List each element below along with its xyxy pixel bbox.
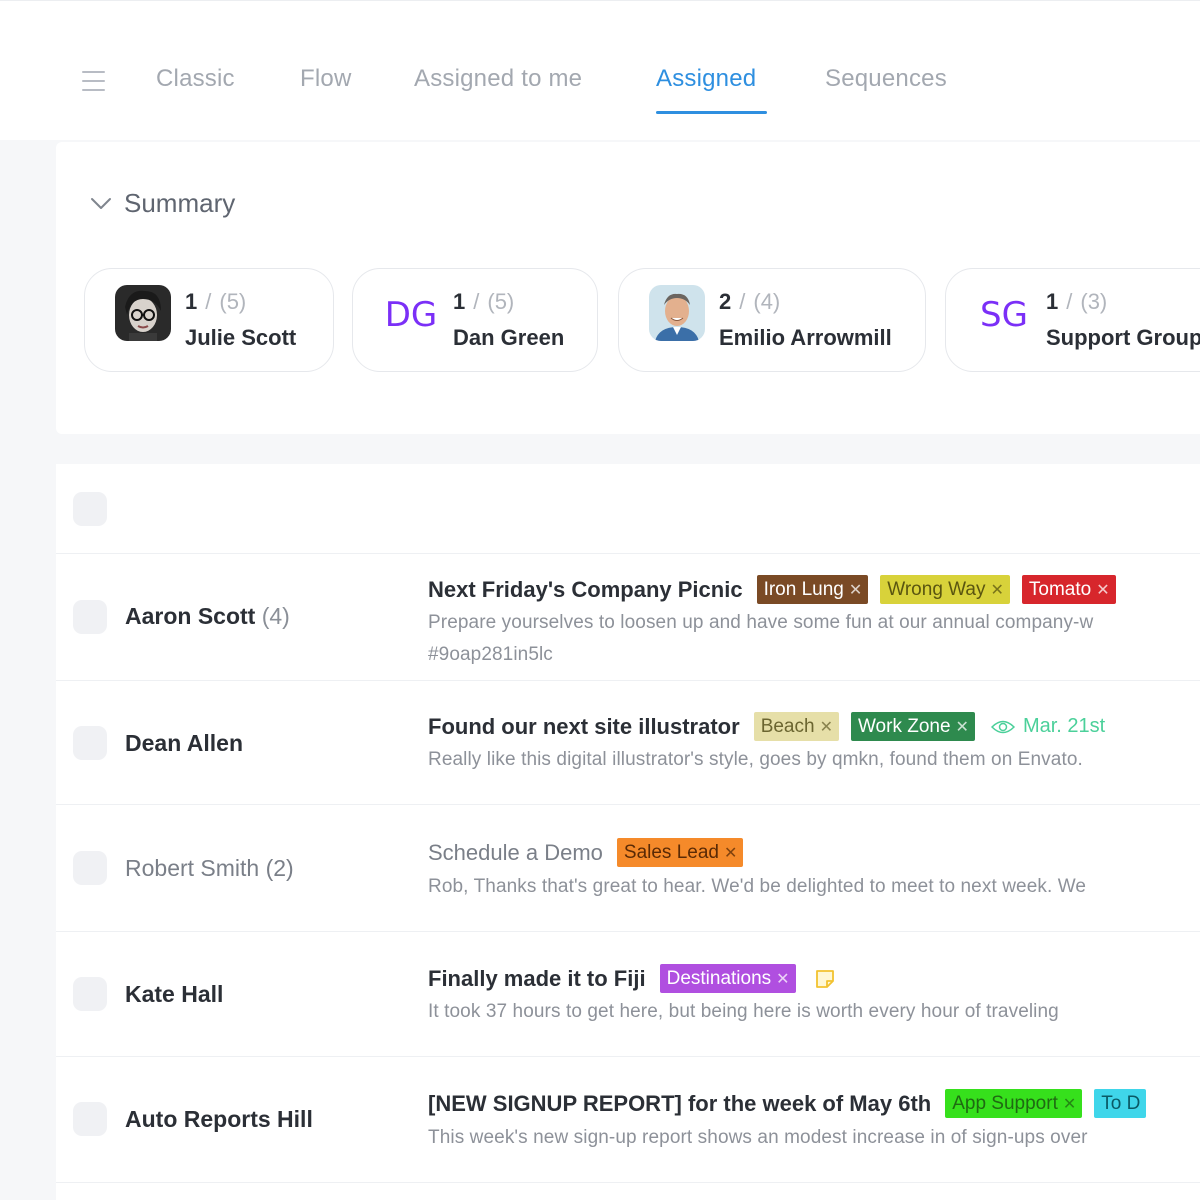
tab-flow[interactable]: Flow <box>300 65 351 93</box>
row-checkbox[interactable] <box>73 851 107 885</box>
tag-app-support[interactable]: App Support ✕ <box>945 1089 1083 1118</box>
row-checkbox[interactable] <box>73 1102 107 1136</box>
row-checkbox[interactable] <box>73 600 107 634</box>
assigned-count: 1/(3) <box>1046 289 1108 314</box>
assigned-count: 1/(5) <box>453 289 515 314</box>
row-preview: Prepare yourselves to loosen up and have… <box>428 612 1094 633</box>
tab-assigned[interactable]: Assigned <box>656 65 756 93</box>
row-sender[interactable]: Robert Smith (2) <box>125 855 294 882</box>
avatar-julie-scott <box>115 285 171 341</box>
tag-to-do[interactable]: To D <box>1094 1089 1147 1118</box>
avatar-emilio-arrowmill <box>649 285 705 341</box>
top-navigation-bar: Classic Flow Assigned to me Assigned Seq… <box>0 0 1200 140</box>
row-subject-line[interactable]: Schedule a Demo Sales Lead ✕ <box>428 838 755 867</box>
remove-tag-icon[interactable]: ✕ <box>776 969 789 989</box>
assignee-name: Julie Scott <box>185 325 297 350</box>
row-checkbox[interactable] <box>73 726 107 760</box>
tag-sales-lead[interactable]: Sales Lead ✕ <box>616 838 744 867</box>
select-all-checkbox[interactable] <box>73 492 107 526</box>
row-subject: Finally made it to Fiji <box>428 965 646 991</box>
row-sender[interactable]: Kate Hall <box>125 981 223 1008</box>
row-subject-line[interactable]: Found our next site illustrator Beach ✕ W… <box>428 712 1105 741</box>
tag-tomato[interactable]: Tomato ✕ <box>1021 575 1116 604</box>
tab-sequences[interactable]: Sequences <box>825 65 947 93</box>
remove-tag-icon[interactable]: ✕ <box>1096 580 1109 600</box>
row-subject: [NEW SIGNUP REPORT] for the week of May … <box>428 1090 932 1116</box>
row-sender[interactable]: Dean Allen <box>125 730 243 757</box>
row-subject: Next Friday's Company Picnic <box>428 576 743 602</box>
row-sender[interactable]: Aaron Scott (4) <box>125 603 290 630</box>
tag-beach[interactable]: Beach ✕ <box>753 712 839 741</box>
assignee-card-emilio-arrowmill[interactable]: 2/(4) Emilio Arrowmill <box>618 268 926 372</box>
assignee-name: Emilio Arrowmill <box>719 325 892 350</box>
tab-assigned-to-me[interactable]: Assigned to me <box>414 65 582 93</box>
divider <box>56 553 1200 554</box>
assignee-name: Support Group <box>1046 325 1200 350</box>
remove-tag-icon[interactable]: ✕ <box>956 717 969 737</box>
row-preview: It took 37 hours to get here, but being … <box>428 1001 1059 1022</box>
divider <box>56 1056 1200 1057</box>
remove-tag-icon[interactable]: ✕ <box>849 580 862 600</box>
summary-title: Summary <box>124 187 236 218</box>
row-preview: Really like this digital illustrator's s… <box>428 749 1083 770</box>
remove-tag-icon[interactable]: ✕ <box>1063 1094 1076 1114</box>
assigned-count: 2/(4) <box>719 289 781 314</box>
divider <box>56 680 1200 681</box>
row-subject: Found our next site illustrator <box>428 713 740 739</box>
eye-icon <box>990 720 1015 733</box>
row-subject-line[interactable]: Finally made it to Fiji Destinations ✕ <box>428 964 836 993</box>
active-tab-indicator <box>656 111 767 114</box>
assignee-card-support-group[interactable]: SG 1/(3) Support Group <box>945 268 1200 372</box>
tab-classic[interactable]: Classic <box>156 65 235 93</box>
assignee-name: Dan Green <box>453 325 565 350</box>
tag-work-zone[interactable]: Work Zone ✕ <box>850 712 975 741</box>
row-preview: Rob, Thanks that's great to hear. We'd b… <box>428 876 1087 897</box>
avatar-initials: DG <box>384 295 438 335</box>
assignee-card-dan-green[interactable]: DG 1/(5) Dan Green <box>352 268 598 372</box>
remove-tag-icon[interactable]: ✕ <box>820 717 833 737</box>
snooze-date[interactable]: Mar. 21st <box>990 715 1105 738</box>
row-checkbox[interactable] <box>73 977 107 1011</box>
row-subject-line[interactable]: Next Friday's Company Picnic Iron Lung ✕ … <box>428 575 1128 604</box>
note-icon[interactable] <box>814 968 836 990</box>
row-subject-line[interactable]: [NEW SIGNUP REPORT] for the week of May … <box>428 1089 1158 1118</box>
divider <box>56 1182 1200 1183</box>
summary-toggle[interactable]: Summary <box>90 186 235 220</box>
chevron-down-icon <box>91 198 111 209</box>
tag-destinations[interactable]: Destinations ✕ <box>659 964 796 993</box>
divider <box>56 931 1200 932</box>
hamburger-menu-icon[interactable] <box>82 71 106 91</box>
assignee-card-julie-scott[interactable]: 1/(5) Julie Scott <box>84 268 334 372</box>
tag-wrong-way[interactable]: Wrong Way ✕ <box>880 575 1010 604</box>
row-subject: Schedule a Demo <box>428 839 603 865</box>
avatar-initials: SG <box>980 295 1028 335</box>
row-preview: This week's new sign-up report shows an … <box>428 1127 1088 1148</box>
divider <box>56 804 1200 805</box>
remove-tag-icon[interactable]: ✕ <box>724 843 737 863</box>
row-sender[interactable]: Auto Reports Hill <box>125 1106 313 1133</box>
row-preview-id: #9oap281in5lc <box>428 644 553 665</box>
tag-iron-lung[interactable]: Iron Lung ✕ <box>756 575 869 604</box>
assigned-count: 1/(5) <box>185 289 247 314</box>
remove-tag-icon[interactable]: ✕ <box>990 580 1003 600</box>
